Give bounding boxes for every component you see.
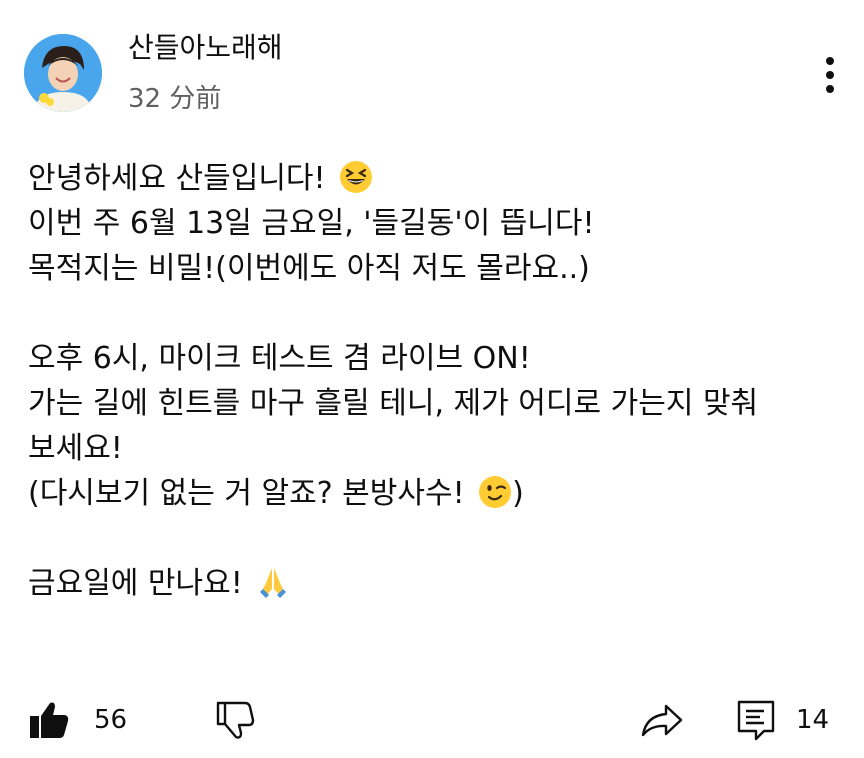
share-icon bbox=[641, 704, 683, 737]
grinning-squinting-face-emoji bbox=[340, 161, 373, 193]
thumbs-up-icon bbox=[30, 702, 69, 738]
share-button[interactable] bbox=[640, 690, 684, 750]
channel-name[interactable]: 산들아노래해 bbox=[128, 30, 283, 66]
comment-icon bbox=[737, 700, 775, 741]
post-line: 이번 주 6월 13일 금요일, '들길동'이 뜹니다! bbox=[28, 206, 595, 241]
avatar-photo bbox=[24, 34, 102, 112]
post-line: 오후 6시, 마이크 테스트 겸 라이브 ON! bbox=[28, 341, 531, 376]
post-time: 32 分前 bbox=[128, 84, 222, 114]
community-post: 산들아노래해 32 分前 안녕하세요 산들입니다! 이번 주 6월 13일 금요… bbox=[0, 0, 864, 758]
action-bar: 56 14 bbox=[0, 690, 864, 750]
more-options-button[interactable] bbox=[810, 50, 850, 100]
more-vert-icon bbox=[826, 57, 834, 93]
channel-avatar[interactable] bbox=[24, 34, 102, 112]
like-count: 56 bbox=[94, 705, 128, 735]
post-line: 목적지는 비밀!(이번에도 아직 저도 몰라요..) bbox=[28, 251, 590, 286]
post-line: 보세요! bbox=[28, 431, 123, 466]
post-line: 가는 길에 힌트를 마구 흘릴 테니, 제가 어디로 가는지 맞춰 bbox=[28, 386, 759, 421]
post-line: 금요일에 만나요! bbox=[28, 561, 838, 606]
like-button[interactable] bbox=[28, 690, 70, 750]
post-line: (다시보기 없는 거 알죠? 본방사수! ) bbox=[28, 476, 524, 511]
winking-face-emoji bbox=[479, 476, 512, 508]
dislike-button[interactable] bbox=[214, 690, 256, 750]
folded-hands-emoji bbox=[260, 568, 287, 598]
post-body: 안녕하세요 산들입니다! 이번 주 6월 13일 금요일, '들길동'이 뜹니다… bbox=[28, 156, 838, 606]
post-header: 산들아노래해 32 分前 bbox=[0, 0, 864, 140]
thumbs-down-icon bbox=[216, 701, 255, 739]
post-line: 안녕하세요 산들입니다! bbox=[28, 156, 838, 201]
comment-count: 14 bbox=[796, 705, 830, 735]
comment-button[interactable] bbox=[736, 690, 776, 750]
